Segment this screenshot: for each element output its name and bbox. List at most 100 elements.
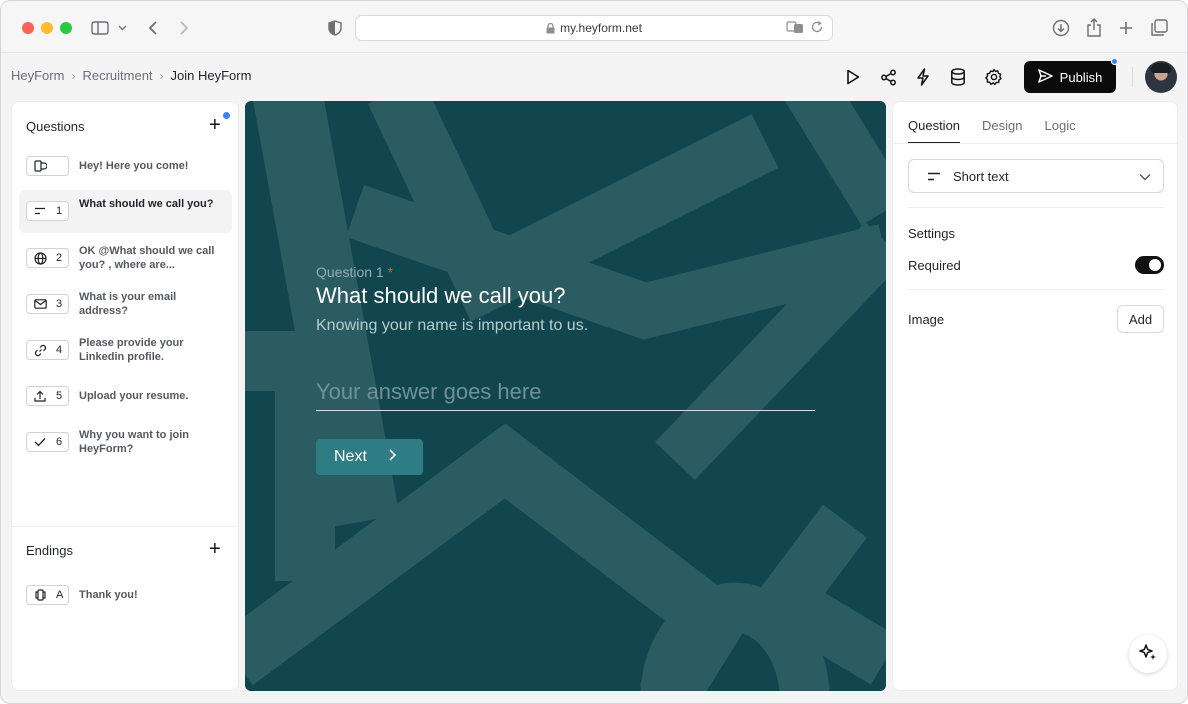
question-badge: 6 <box>26 432 69 452</box>
question-item-4[interactable]: 4 Please provide your Linkedin profile. <box>19 329 232 372</box>
url-text: my.heyform.net <box>560 21 642 35</box>
ai-assistant-button[interactable] <box>1129 635 1167 673</box>
question-text: Why you want to join HeyForm? <box>79 429 189 455</box>
ending-text: Thank you! <box>79 589 138 601</box>
ending-item-a[interactable]: A Thank you! <box>19 580 232 610</box>
share-icon[interactable] <box>1084 17 1104 39</box>
back-icon[interactable] <box>143 17 163 39</box>
check-icon <box>33 437 47 447</box>
add-image-button[interactable]: Add <box>1117 305 1164 333</box>
globe-icon <box>33 251 47 265</box>
question-badge: 4 <box>26 340 69 360</box>
short-text-icon <box>927 169 941 184</box>
link-icon <box>33 344 47 357</box>
integrations-bolt-icon[interactable] <box>912 66 934 88</box>
breadcrumb-separator: › <box>71 68 76 83</box>
settings-panel: Question Design Logic Short text Setting… <box>892 101 1178 691</box>
question-text: Upload your resume. <box>79 390 189 402</box>
question-type-select[interactable]: Short text <box>908 159 1164 193</box>
tab-question[interactable]: Question <box>908 118 961 144</box>
question-text: What should we call you? <box>79 198 214 210</box>
tab-design[interactable]: Design <box>982 118 1022 144</box>
question-badge: 2 <box>26 248 69 268</box>
question-number: 1 <box>56 205 63 217</box>
ending-letter: A <box>56 589 64 601</box>
image-label: Image <box>908 312 945 327</box>
required-asterisk: * <box>387 264 394 280</box>
short-text-icon <box>33 207 47 215</box>
preview-play-icon[interactable] <box>842 66 864 88</box>
breadcrumb-project[interactable]: Recruitment <box>82 68 152 83</box>
question-item-welcome[interactable]: Hey! Here you come! <box>19 151 232 181</box>
close-window-button[interactable] <box>22 22 34 34</box>
question-description[interactable]: Knowing your name is important to us. <box>316 317 588 335</box>
endings-heading: Endings <box>26 543 73 558</box>
reload-icon[interactable] <box>810 20 824 37</box>
question-number: 6 <box>56 436 63 448</box>
shield-icon[interactable] <box>325 17 345 39</box>
question-badge: 5 <box>26 386 69 406</box>
question-text: Hey! Here you come! <box>79 160 189 172</box>
question-item-1[interactable]: 1 What should we call you? <box>19 190 232 233</box>
questions-panel: Questions + Hey! Here you come! 1 What s… <box>11 101 239 691</box>
translate-icon[interactable] <box>786 20 804 37</box>
browser-toolbar: my.heyform.net <box>1 1 1187 53</box>
question-badge <box>26 156 69 176</box>
tab-overview-icon[interactable] <box>1149 17 1169 39</box>
add-ending-plus-icon[interactable]: + <box>209 539 221 559</box>
avatar[interactable] <box>1145 61 1177 93</box>
new-tab-icon[interactable] <box>1116 17 1136 39</box>
question-item-2[interactable]: 2 OK @What should we call you? , where a… <box>19 237 232 280</box>
sidebar-toggle-icon[interactable] <box>89 17 111 39</box>
divider <box>1132 67 1133 87</box>
notification-dot <box>223 112 230 119</box>
question-text: Please provide your Linkedin profile. <box>79 337 184 363</box>
minimize-window-button[interactable] <box>41 22 53 34</box>
tab-logic[interactable]: Logic <box>1045 118 1076 144</box>
zoom-window-button[interactable] <box>60 22 72 34</box>
question-text: OK @What should we call you? , where are… <box>79 245 215 271</box>
chevron-down-icon <box>1139 169 1151 184</box>
add-question-plus-icon[interactable]: + <box>209 115 221 135</box>
question-number: 3 <box>56 298 63 310</box>
breadcrumb: HeyForm › Recruitment › Join HeyForm <box>11 68 251 83</box>
question-badge: 3 <box>26 294 69 314</box>
address-bar[interactable]: my.heyform.net <box>355 15 833 41</box>
upload-icon <box>33 390 47 402</box>
next-button[interactable]: Next <box>316 439 423 475</box>
question-item-5[interactable]: 5 Upload your resume. <box>19 381 232 411</box>
database-icon[interactable] <box>947 66 969 88</box>
questions-heading: Questions <box>26 119 85 134</box>
question-number-label: Question 1 * <box>316 264 393 280</box>
divider <box>908 207 1164 208</box>
question-text: What is your email address? <box>79 291 177 317</box>
share-nodes-icon[interactable] <box>877 66 899 88</box>
question-title[interactable]: What should we call you? <box>316 283 565 309</box>
required-toggle[interactable] <box>1135 256 1164 274</box>
breadcrumb-separator: › <box>159 68 164 83</box>
chevron-down-icon[interactable] <box>115 17 129 39</box>
notification-dot <box>1111 58 1118 65</box>
breadcrumb-workspace[interactable]: HeyForm <box>11 68 64 83</box>
question-number: 4 <box>56 344 63 356</box>
divider <box>893 143 1177 144</box>
answer-input[interactable] <box>316 373 815 411</box>
question-badge: 1 <box>26 201 69 221</box>
divider <box>12 526 238 527</box>
publish-button[interactable]: Publish <box>1024 61 1116 93</box>
sparkle-icon <box>1139 643 1157 666</box>
downloads-icon[interactable] <box>1051 17 1071 39</box>
question-number: 5 <box>56 390 63 402</box>
browser-window: my.heyform.net HeyForm › Recruitment › J… <box>0 0 1188 704</box>
question-item-3[interactable]: 3 What is your email address? <box>19 283 232 326</box>
ending-icon <box>33 589 47 601</box>
question-item-6[interactable]: 6 Why you want to join HeyForm? <box>19 421 232 464</box>
next-label: Next <box>334 448 367 465</box>
settings-heading: Settings <box>908 226 955 241</box>
settings-gear-icon[interactable] <box>983 66 1005 88</box>
question-number: 2 <box>56 252 63 264</box>
publish-label: Publish <box>1059 69 1103 85</box>
chevron-right-icon <box>389 448 397 466</box>
forward-icon[interactable] <box>174 17 194 39</box>
form-preview-canvas: Question 1 * What should we call you? Kn… <box>245 101 886 691</box>
